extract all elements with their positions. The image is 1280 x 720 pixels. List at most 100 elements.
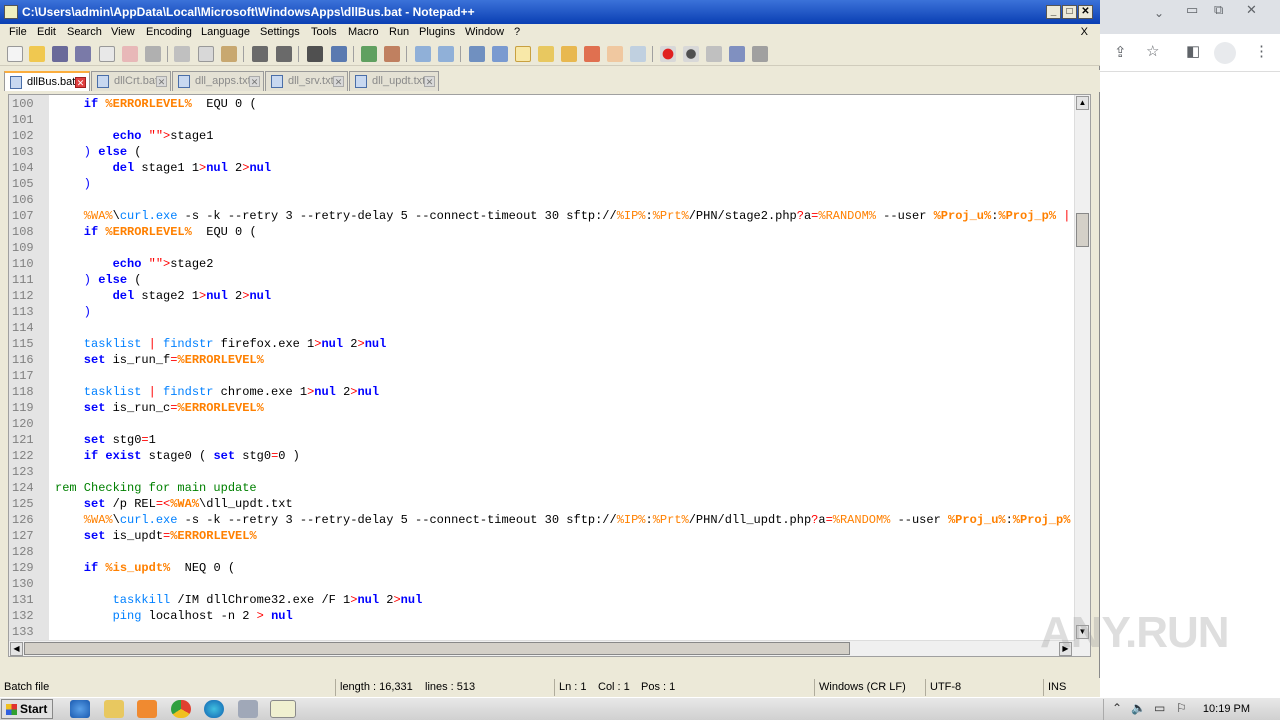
menu-settings[interactable]: Settings [260,24,300,42]
code-editor[interactable]: 100 if %ERRORLEVEL% EQU 0 (101 102 echo "… [8,94,1091,657]
horizontal-scroll-thumb[interactable] [24,642,850,655]
maximize-button[interactable]: □ [1062,5,1077,19]
indent-guide-icon[interactable] [515,46,531,62]
code-line[interactable]: 102 echo "">stage1 [9,128,1075,144]
user-language-icon[interactable] [538,46,554,62]
code-line[interactable]: 121 set stg0=1 [9,432,1075,448]
play-macro-icon[interactable] [706,46,722,62]
minimize-button[interactable]: _ [1046,5,1061,19]
tab-dllcrt[interactable]: dllCrt.bat ✕ [91,71,171,91]
play-multiple-icon[interactable] [729,46,745,62]
code-line[interactable]: 127 set is_updt=%ERRORLEVEL% [9,528,1075,544]
code-line[interactable]: 130 [9,576,1075,592]
code-line[interactable]: 103 ) else ( [9,144,1075,160]
redo-icon[interactable] [276,46,292,62]
folder-workspace-icon[interactable] [607,46,623,62]
sync-vertical-icon[interactable] [415,46,431,62]
menu-macro[interactable]: Macro [348,24,379,42]
tray-expand-icon[interactable]: ⌃ [1112,701,1122,715]
find-icon[interactable] [307,46,323,62]
show-all-chars-icon[interactable] [492,46,508,62]
menu-view[interactable]: View [111,24,135,42]
code-line[interactable]: 122 if exist stage0 ( set stg0=0 ) [9,448,1075,464]
tab-dll-updt[interactable]: dll_updt.txt ✕ [349,71,439,91]
paste-icon[interactable] [221,46,237,62]
edge-icon[interactable] [204,700,224,718]
close-document-button[interactable]: X [1081,24,1088,41]
copy-icon[interactable] [198,46,214,62]
save-all-icon[interactable] [75,46,91,62]
code-line[interactable]: 109 [9,240,1075,256]
save-macro-icon[interactable] [752,46,768,62]
replace-icon[interactable] [331,46,347,62]
menu-edit[interactable]: Edit [37,24,56,42]
code-line[interactable]: 100 if %ERRORLEVEL% EQU 0 ( [9,96,1075,112]
close-icon[interactable] [99,46,115,62]
new-file-icon[interactable] [7,46,23,62]
undo-icon[interactable] [252,46,268,62]
zoom-out-icon[interactable] [384,46,400,62]
horizontal-scrollbar[interactable]: ◀ ▶ [9,640,1075,656]
media-player-icon[interactable] [137,700,157,718]
menu-language[interactable]: Language [201,24,250,42]
code-line[interactable]: 125 set /p REL=<%WA%\dll_updt.txt [9,496,1075,512]
chrome-icon[interactable] [171,700,191,718]
code-line[interactable]: 106 [9,192,1075,208]
close-button[interactable]: ✕ [1078,5,1093,19]
code-line[interactable]: 119 set is_run_c=%ERRORLEVEL% [9,400,1075,416]
code-line[interactable]: 128 [9,544,1075,560]
code-line[interactable]: 129 if %is_updt% NEQ 0 ( [9,560,1075,576]
star-icon[interactable]: ☆ [1146,42,1159,60]
network-icon[interactable]: ▭ [1154,701,1165,715]
stop-macro-icon[interactable] [683,46,699,62]
zoom-in-icon[interactable] [361,46,377,62]
code-line[interactable]: 113 ) [9,304,1075,320]
open-file-icon[interactable] [29,46,45,62]
explorer-icon[interactable] [104,700,124,718]
start-button[interactable]: Start [1,699,53,719]
tab-dll-srv[interactable]: dll_srv.txt ✕ [265,71,348,91]
menu-file[interactable]: File [9,24,27,42]
notepadpp-taskbar-icon[interactable] [270,700,296,718]
flag-icon[interactable]: ⚐ [1176,701,1187,715]
side-panel-icon[interactable]: ◧ [1186,42,1200,60]
sync-horizontal-icon[interactable] [438,46,454,62]
tab-close-icon[interactable]: ✕ [333,76,344,87]
code-line[interactable]: 115 tasklist | findstr firefox.exe 1>nul… [9,336,1075,352]
code-line[interactable]: 105 ) [9,176,1075,192]
vertical-scrollbar[interactable]: ▲ ▼ [1074,95,1090,656]
code-line[interactable]: 114 [9,320,1075,336]
monitoring-icon[interactable] [630,46,646,62]
menu-search[interactable]: Search [67,24,102,42]
function-list-icon[interactable] [584,46,600,62]
tab-dllbus[interactable]: dllBus.bat ✕ [4,71,90,91]
menu-encoding[interactable]: Encoding [146,24,192,42]
minimize-icon[interactable]: ▭ [1186,2,1198,18]
code-line[interactable]: 112 del stage2 1>nul 2>nul [9,288,1075,304]
code-line[interactable]: 104 del stage1 1>nul 2>nul [9,160,1075,176]
menu-plugins[interactable]: Plugins [419,24,455,42]
code-line[interactable]: 132 ping localhost -n 2 > nul [9,608,1075,624]
code-line[interactable]: 123 [9,464,1075,480]
code-line[interactable]: 111 ) else ( [9,272,1075,288]
tab-close-icon[interactable]: ✕ [249,76,260,87]
code-line[interactable]: 110 echo "">stage2 [9,256,1075,272]
code-line[interactable]: 133 [9,624,1075,640]
code-line[interactable]: 101 [9,112,1075,128]
code-line[interactable]: 117 [9,368,1075,384]
share-icon[interactable]: ⇪ [1114,43,1127,61]
tab-close-icon[interactable]: ✕ [156,76,167,87]
menu-window[interactable]: Window [465,24,504,42]
word-wrap-icon[interactable] [469,46,485,62]
code-line[interactable]: 124 rem Checking for main update [9,480,1075,496]
restore-icon[interactable]: ⧉ [1214,2,1223,18]
cut-icon[interactable] [174,46,190,62]
menu-run[interactable]: Run [389,24,409,42]
code-line[interactable]: 126 %WA%\curl.exe -s -k --retry 3 --retr… [9,512,1075,528]
chevron-down-icon[interactable]: ⌄ [1154,6,1164,20]
menu-help[interactable]: ? [514,24,520,42]
close-icon[interactable]: ✕ [1246,2,1257,18]
save-icon[interactable] [52,46,68,62]
code-line[interactable]: 118 tasklist | findstr chrome.exe 1>nul … [9,384,1075,400]
code-line[interactable]: 131 taskkill /IM dllChrome32.exe /F 1>nu… [9,592,1075,608]
